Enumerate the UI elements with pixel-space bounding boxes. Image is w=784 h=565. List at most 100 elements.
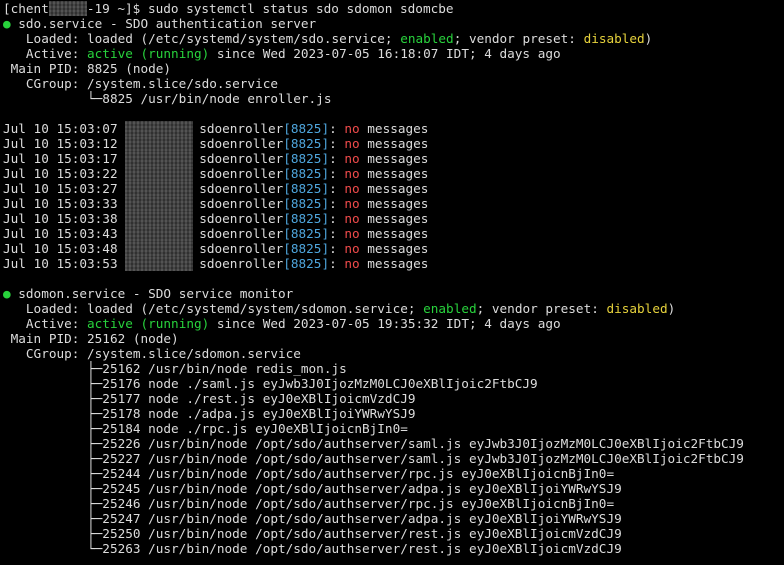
log-entry: Jul 10 15:03:17 sdoenroller[8825]: no me… bbox=[3, 151, 428, 166]
log-messages: messages bbox=[359, 151, 429, 166]
process-entry: ├─25227 /usr/bin/node /opt/sdo/authserve… bbox=[3, 451, 744, 466]
process-entry: ├─25184 node ./rpc.js eyJ0eXBlIjoicnBjIn… bbox=[3, 421, 408, 436]
log-entry: Jul 10 15:03:22 sdoenroller[8825]: no me… bbox=[3, 166, 428, 181]
loaded-label: Loaded: bbox=[3, 31, 88, 46]
preset-state: disabled bbox=[606, 301, 668, 316]
process-entry: ├─25162 /usr/bin/node redis_mon.js bbox=[3, 361, 347, 376]
log-entry: Jul 10 15:03:48 sdoenroller[8825]: no me… bbox=[3, 241, 428, 256]
log-pid: [8825] bbox=[283, 136, 330, 151]
log-separator: : bbox=[329, 151, 345, 166]
log-separator: : bbox=[329, 166, 345, 181]
log-messages: messages bbox=[359, 226, 429, 241]
log-timestamp: Jul 10 15:03:38 bbox=[3, 211, 126, 226]
log-messages: messages bbox=[359, 181, 429, 196]
redacted-log-host bbox=[125, 136, 194, 151]
log-messages: messages bbox=[359, 136, 429, 151]
log-process: sdoenroller bbox=[199, 151, 284, 166]
service-cgroup-1: CGroup: /system.slice/sdomon.service bbox=[3, 346, 301, 361]
process-tree-item: ├─25246 /usr/bin/node /opt/sdo/authserve… bbox=[3, 496, 614, 511]
process-tree-item: ├─25250 /usr/bin/node /opt/sdo/authserve… bbox=[3, 526, 622, 541]
process-entry: ├─25177 node ./rest.js eyJ0eXBlIjoicmVzd… bbox=[3, 391, 416, 406]
active-since: since Wed 2023-07-05 16:18:07 IDT; 4 day… bbox=[209, 46, 561, 61]
active-label: Active: bbox=[3, 46, 88, 61]
log-pid: [8825] bbox=[283, 241, 330, 256]
service-loaded-1: Loaded: loaded (/etc/systemd/system/sdom… bbox=[3, 301, 675, 316]
log-process: sdoenroller bbox=[199, 226, 284, 241]
active-state: active (running) bbox=[87, 316, 210, 331]
log-pid: [8825] bbox=[283, 151, 330, 166]
process-tree-item: ├─25162 /usr/bin/node redis_mon.js bbox=[3, 361, 347, 376]
process-entry: ├─25244 /usr/bin/node /opt/sdo/authserve… bbox=[3, 466, 615, 481]
redacted-log-host bbox=[125, 121, 194, 136]
status-bullet-icon: ● bbox=[3, 16, 11, 31]
process-entry: └─25263 /usr/bin/node /opt/sdo/authserve… bbox=[3, 541, 622, 556]
process-tree-item: ├─25247 /usr/bin/node /opt/sdo/authserve… bbox=[3, 511, 622, 526]
cgroup: CGroup: /system.slice/sdomon.service bbox=[3, 346, 301, 361]
log-timestamp: Jul 10 15:03:12 bbox=[3, 136, 126, 151]
log-separator: : bbox=[329, 181, 345, 196]
service-active-0: Active: active (running) since Wed 2023-… bbox=[3, 46, 561, 61]
process-tree-item: ├─25244 /usr/bin/node /opt/sdo/authserve… bbox=[3, 466, 614, 481]
log-pid: [8825] bbox=[283, 181, 330, 196]
redacted-log-host bbox=[125, 241, 194, 256]
process-entry: └─8825 /usr/bin/node enroller.js bbox=[3, 91, 332, 106]
log-no: no bbox=[344, 256, 360, 271]
service-title: sdomon.service - SDO service monitor bbox=[10, 286, 294, 301]
service-header-1: ● sdomon.service - SDO service monitor bbox=[3, 286, 293, 301]
prompt-user: [chent bbox=[3, 1, 49, 16]
log-process: sdoenroller bbox=[199, 136, 284, 151]
log-timestamp: Jul 10 15:03:53 bbox=[3, 256, 126, 271]
loaded-label: Loaded: bbox=[3, 301, 88, 316]
log-separator: : bbox=[329, 241, 345, 256]
redacted-log-host bbox=[125, 256, 194, 271]
log-separator: : bbox=[329, 256, 345, 271]
log-pid: [8825] bbox=[283, 166, 330, 181]
prompt-command: -19 ~]$ sudo systemctl status sdo sdomon… bbox=[86, 1, 454, 16]
enabled-state: enabled bbox=[423, 301, 477, 316]
process-entry: ├─25246 /usr/bin/node /opt/sdo/authserve… bbox=[3, 496, 615, 511]
redacted-log-host bbox=[125, 211, 194, 226]
loaded-path: loaded (/etc/systemd/system/sdomon.servi… bbox=[87, 301, 424, 316]
log-process: sdoenroller bbox=[199, 241, 284, 256]
service-cgroup-0: CGroup: /system.slice/sdo.service bbox=[3, 76, 278, 91]
log-process: sdoenroller bbox=[199, 181, 284, 196]
preset-state: disabled bbox=[583, 31, 645, 46]
redacted-log-host bbox=[125, 181, 194, 196]
process-tree-item: ├─25245 /usr/bin/node /opt/sdo/authserve… bbox=[3, 481, 622, 496]
log-no: no bbox=[344, 151, 360, 166]
log-timestamp: Jul 10 15:03:27 bbox=[3, 181, 126, 196]
log-separator: : bbox=[329, 211, 345, 226]
log-process: sdoenroller bbox=[199, 121, 284, 136]
process-tree-item: ├─25176 node ./saml.js eyJwb3J0IjozMzM0L… bbox=[3, 376, 538, 391]
log-entry: Jul 10 15:03:07 sdoenroller[8825]: no me… bbox=[3, 121, 428, 136]
main-pid: Main PID: 8825 (node) bbox=[3, 61, 172, 76]
terminal-window[interactable]: [chent -19 ~]$ sudo systemctl status sdo … bbox=[0, 0, 784, 565]
log-timestamp: Jul 10 15:03:43 bbox=[3, 226, 126, 241]
process-entry: ├─25250 /usr/bin/node /opt/sdo/authserve… bbox=[3, 526, 622, 541]
log-process: sdoenroller bbox=[199, 166, 284, 181]
process-tree-item: ├─25184 node ./rpc.js eyJ0eXBlIjoicnBjIn… bbox=[3, 421, 408, 436]
log-separator: : bbox=[329, 136, 345, 151]
prompt-line: [chent -19 ~]$ sudo systemctl status sdo … bbox=[3, 1, 454, 16]
process-entry: ├─25226 /usr/bin/node /opt/sdo/authserve… bbox=[3, 436, 744, 451]
status-bullet-icon: ● bbox=[3, 286, 11, 301]
log-messages: messages bbox=[359, 121, 429, 136]
active-since: since Wed 2023-07-05 19:35:32 IDT; 4 day… bbox=[209, 316, 561, 331]
vendor-preset-label: ; vendor preset: bbox=[453, 31, 584, 46]
process-tree-item: └─25263 /usr/bin/node /opt/sdo/authserve… bbox=[3, 541, 622, 556]
redacted-log-host bbox=[125, 226, 194, 241]
process-entry: ├─25245 /usr/bin/node /opt/sdo/authserve… bbox=[3, 481, 622, 496]
active-label: Active: bbox=[3, 316, 88, 331]
log-process: sdoenroller bbox=[199, 256, 284, 271]
process-tree-item: ├─25178 node ./adpa.js eyJ0eXBlIjoiYWRwY… bbox=[3, 406, 415, 421]
service-title: sdo.service - SDO authentication server bbox=[10, 16, 317, 31]
log-entry: Jul 10 15:03:12 sdoenroller[8825]: no me… bbox=[3, 136, 428, 151]
log-timestamp: Jul 10 15:03:22 bbox=[3, 166, 126, 181]
log-timestamp: Jul 10 15:03:17 bbox=[3, 151, 126, 166]
log-messages: messages bbox=[359, 211, 429, 226]
service-main-pid-0: Main PID: 8825 (node) bbox=[3, 61, 171, 76]
enabled-state: enabled bbox=[400, 31, 454, 46]
service-header-0: ● sdo.service - SDO authentication serve… bbox=[3, 16, 316, 31]
log-pid: [8825] bbox=[283, 121, 330, 136]
main-pid: Main PID: 25162 (node) bbox=[3, 331, 179, 346]
